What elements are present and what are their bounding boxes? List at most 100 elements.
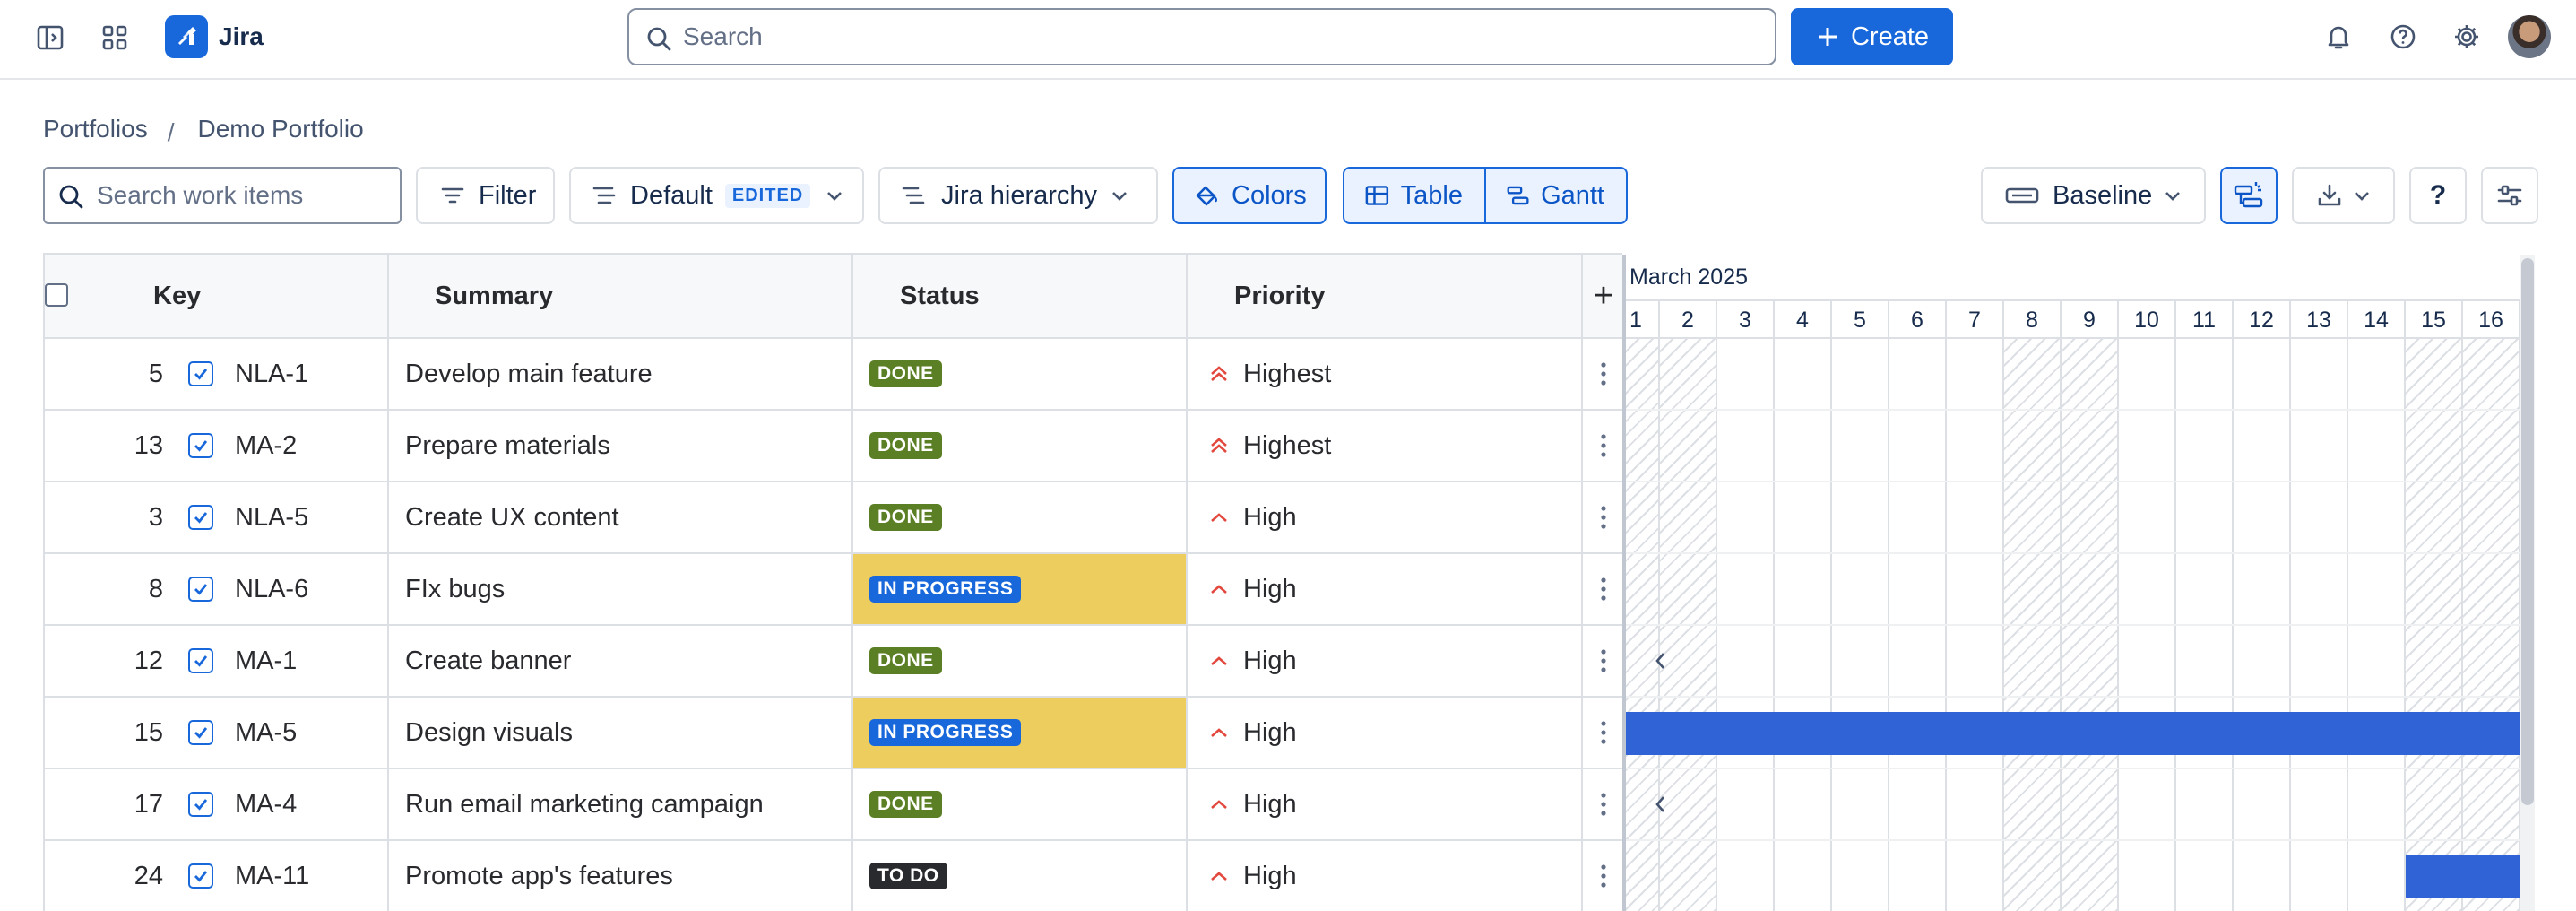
work-item-key-link[interactable]: MA-11 — [235, 862, 309, 891]
table-view-tab[interactable]: Table — [1344, 169, 1484, 222]
app-switcher-icon[interactable] — [97, 20, 133, 56]
colors-button[interactable]: Colors — [1172, 167, 1327, 224]
priority-cell[interactable]: Highest — [1188, 339, 1583, 409]
scroll-to-bar-chevron-left-icon[interactable] — [1649, 793, 1673, 816]
column-header-status[interactable]: Status — [853, 255, 1188, 337]
work-item-key-link[interactable]: MA-5 — [235, 718, 297, 748]
table-row[interactable]: 24 MA-11 Promote app's features TO DO High — [45, 841, 1622, 911]
summary-cell[interactable]: Prepare materials — [389, 411, 853, 481]
row-more-actions-icon[interactable] — [1583, 411, 1622, 481]
status-cell[interactable]: DONE — [853, 411, 1188, 481]
work-item-key-link[interactable]: NLA-5 — [235, 503, 308, 533]
status-cell[interactable]: DONE — [853, 769, 1188, 839]
column-status-label: Status — [900, 281, 980, 310]
column-header-summary[interactable]: Summary — [389, 255, 853, 337]
baseline-select-button[interactable]: Baseline — [1981, 167, 2206, 224]
column-header-key[interactable]: Key — [45, 255, 389, 337]
status-cell[interactable]: TO DO — [853, 841, 1188, 911]
priority-cell[interactable]: High — [1188, 482, 1583, 552]
gantt-bar[interactable] — [1626, 712, 2522, 755]
notifications-icon[interactable] — [2321, 19, 2356, 55]
work-item-search[interactable] — [43, 167, 402, 224]
help-question-icon: ? — [2429, 180, 2447, 210]
help-icon[interactable] — [2385, 19, 2421, 55]
gantt-view-tab[interactable]: Gantt — [1484, 169, 1626, 222]
table-row[interactable]: 17 MA-4 Run email marketing campaign DONE Hi… — [45, 769, 1622, 841]
breadcrumb-current[interactable]: Demo Portfolio — [198, 115, 364, 143]
priority-cell[interactable]: High — [1188, 769, 1583, 839]
work-item-summary: Design visuals — [405, 717, 573, 747]
task-type-icon — [188, 505, 213, 530]
table-row[interactable]: 3 NLA-5 Create UX content DONE High — [45, 482, 1622, 554]
row-rank: 8 — [148, 574, 163, 603]
summary-cell[interactable]: Create UX content — [389, 482, 853, 552]
priority-cell[interactable]: High — [1188, 554, 1583, 624]
gantt-bar[interactable] — [2406, 855, 2531, 898]
table-row[interactable]: 12 MA-1 Create banner DONE High — [45, 626, 1622, 698]
row-rank: 15 — [134, 717, 163, 747]
summary-cell[interactable]: Promote app's features — [389, 841, 853, 911]
work-item-key-link[interactable]: MA-1 — [235, 646, 297, 676]
row-more-actions-icon[interactable] — [1583, 698, 1622, 768]
summary-cell[interactable]: Develop main feature — [389, 339, 853, 409]
work-item-key-link[interactable]: MA-4 — [235, 790, 297, 820]
table-row[interactable]: 8 NLA-6 FIx bugs IN PROGRESS High — [45, 554, 1622, 626]
priority-cell[interactable]: Highest — [1188, 411, 1583, 481]
table-view-label: Table — [1400, 180, 1463, 210]
settings-gear-icon[interactable] — [2449, 19, 2485, 55]
filter-button[interactable]: Filter — [416, 167, 555, 224]
row-more-actions-icon[interactable] — [1583, 554, 1622, 624]
status-cell[interactable]: DONE — [853, 482, 1188, 552]
column-header-priority[interactable]: Priority — [1188, 255, 1583, 337]
table-row[interactable]: 5 NLA-1 Develop main feature DONE Highest — [45, 339, 1622, 411]
status-cell[interactable]: DONE — [853, 626, 1188, 696]
status-cell[interactable]: IN PROGRESS — [853, 554, 1188, 624]
help-button[interactable]: ? — [2409, 167, 2467, 224]
row-more-actions-icon[interactable] — [1583, 769, 1622, 839]
work-item-key-link[interactable]: NLA-6 — [235, 575, 308, 604]
work-item-key-link[interactable]: NLA-1 — [235, 360, 308, 389]
create-button[interactable]: Create — [1791, 8, 1953, 65]
breadcrumb-separator: / — [167, 118, 175, 146]
table-row[interactable]: 15 MA-5 Design visuals IN PROGRESS High — [45, 698, 1622, 769]
breadcrumb-portfolios-link[interactable]: Portfolios — [43, 115, 148, 143]
table-row[interactable]: 13 MA-2 Prepare materials DONE Highest — [45, 411, 1622, 482]
summary-cell[interactable]: Create banner — [389, 626, 853, 696]
row-more-actions-icon[interactable] — [1583, 626, 1622, 696]
dependencies-toggle-button[interactable] — [2220, 167, 2278, 224]
priority-cell[interactable]: High — [1188, 841, 1583, 911]
app-name[interactable]: Jira — [219, 20, 264, 54]
view-settings-button[interactable] — [2481, 167, 2538, 224]
summary-cell[interactable]: FIx bugs — [389, 554, 853, 624]
add-column-button[interactable]: + — [1583, 255, 1622, 337]
summary-cell[interactable]: Design visuals — [389, 698, 853, 768]
gantt-chart: March 2025 1 2 3 4 5 6 7 8 9 10 11 12 13 14 15 16 — [1622, 255, 2535, 911]
gantt-day-label: 2 — [1660, 301, 1717, 339]
summary-cell[interactable]: Run email marketing campaign — [389, 769, 853, 839]
priority-cell[interactable]: High — [1188, 626, 1583, 696]
gantt-row-divider — [1626, 552, 2535, 554]
hierarchy-select-button[interactable]: Jira hierarchy — [878, 167, 1158, 224]
row-more-actions-icon[interactable] — [1583, 841, 1622, 911]
status-lozenge: IN PROGRESS — [869, 719, 1022, 746]
global-search[interactable] — [627, 8, 1776, 65]
work-item-key-link[interactable]: MA-2 — [235, 431, 297, 461]
row-more-actions-icon[interactable] — [1583, 339, 1622, 409]
status-cell[interactable]: DONE — [853, 339, 1188, 409]
view-mode-toggle: Table Gantt — [1343, 167, 1628, 224]
table-icon — [1365, 186, 1389, 205]
priority-cell[interactable]: High — [1188, 698, 1583, 768]
jira-logo-icon[interactable] — [165, 15, 208, 58]
scroll-to-bar-chevron-left-icon[interactable] — [1649, 649, 1673, 672]
row-more-actions-icon[interactable] — [1583, 482, 1622, 552]
status-cell[interactable]: IN PROGRESS — [853, 698, 1188, 768]
sidebar-toggle-icon[interactable] — [32, 20, 68, 56]
gantt-scrollbar-thumb[interactable] — [2521, 258, 2534, 805]
gantt-day-label: 7 — [1947, 301, 2004, 339]
view-select-button[interactable]: Default EDITED — [569, 167, 864, 224]
select-all-checkbox[interactable] — [45, 283, 68, 307]
user-avatar[interactable] — [2508, 15, 2551, 58]
export-button[interactable] — [2292, 167, 2395, 224]
work-item-search-input[interactable] — [97, 181, 400, 210]
global-search-input[interactable] — [683, 22, 1775, 51]
